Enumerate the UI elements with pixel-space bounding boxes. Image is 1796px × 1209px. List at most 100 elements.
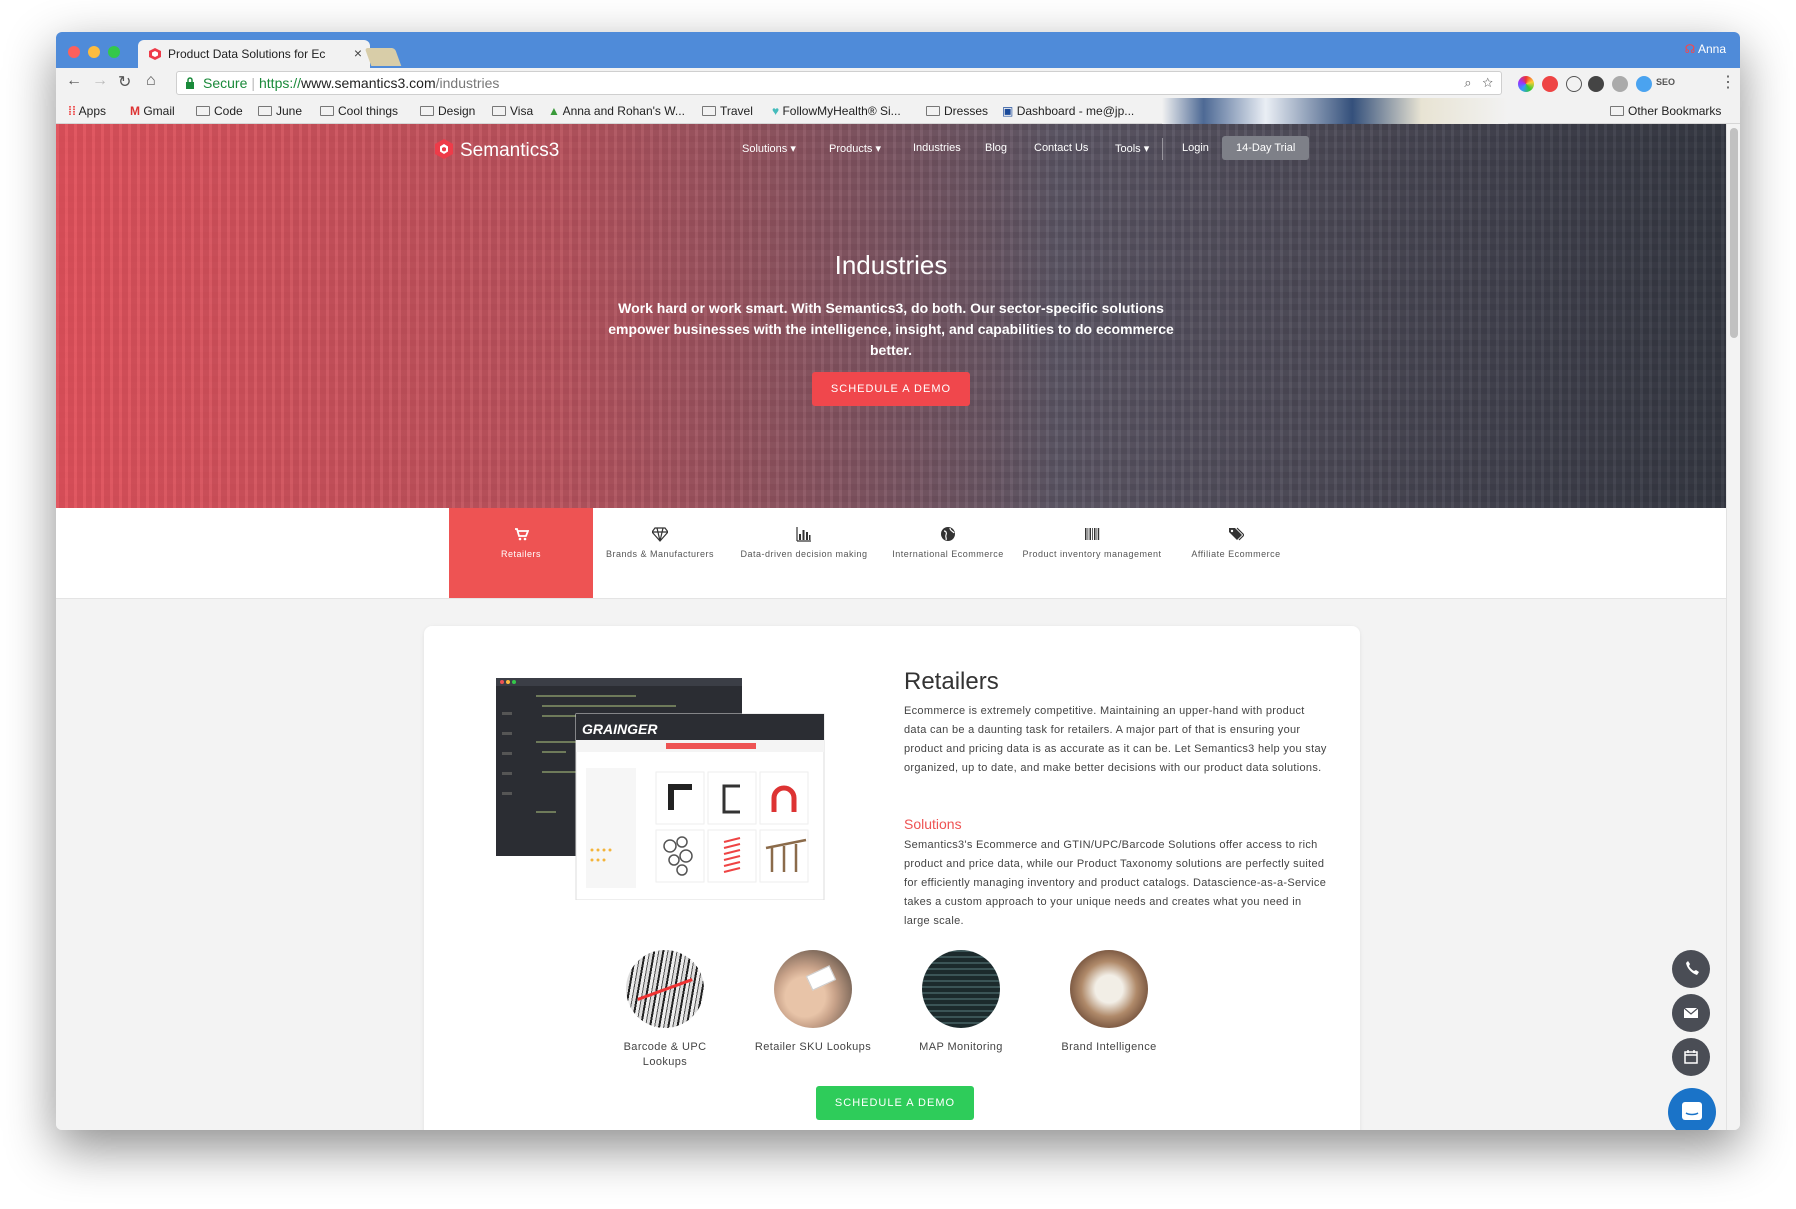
schedule-demo-button-secondary[interactable]: SCHEDULE A DEMO <box>816 1086 974 1120</box>
nav-solutions[interactable]: Solutions ▾ <box>742 142 796 155</box>
bookmark-gmail[interactable]: M Gmail <box>130 104 175 118</box>
bookmark-anna-rohan[interactable]: ▲ Anna and Rohan's W... <box>548 104 685 118</box>
url-path: /industries <box>435 75 500 91</box>
url-separator: | <box>251 75 255 91</box>
bookmark-label: Anna and Rohan's W... <box>562 104 685 118</box>
gmail-icon: M <box>130 104 140 118</box>
bookmark-apps[interactable]: ⁞⁞ Apps <box>68 104 106 118</box>
bookmark-dashboard[interactable]: ▣ Dashboard - me@jp... <box>1002 104 1134 118</box>
folder-icon <box>702 106 716 116</box>
bookmark-design[interactable]: Design <box>420 104 475 118</box>
scanner-line <box>637 978 693 1001</box>
profile-name: Anna <box>1697 42 1726 56</box>
bookmark-followmyhealth[interactable]: ♥ FollowMyHealth® Si... <box>772 104 901 118</box>
close-tab-icon[interactable]: × <box>354 45 362 61</box>
extension-tool-icon[interactable] <box>1612 76 1628 92</box>
seo-extension-icon[interactable]: SEO <box>1656 77 1675 87</box>
retailers-card: GRAINGER Retailers Ecommerce is extremel… <box>424 626 1360 1130</box>
nav-login[interactable]: Login <box>1182 142 1209 154</box>
bookmark-label: Dresses <box>944 104 989 118</box>
chat-button[interactable] <box>1668 1088 1716 1130</box>
hero-subtitle: Work hard or work smart. With Semantics3… <box>608 300 1174 358</box>
tab-data-driven[interactable]: Data-driven decision making <box>732 508 876 598</box>
scrollbar-thumb[interactable] <box>1730 128 1738 338</box>
profile-button[interactable]: ☊ Anna <box>1685 42 1726 56</box>
bookmarks-bar: ⁞⁞ Apps M Gmail Code June Cool things De… <box>56 98 1740 124</box>
caret-down-icon: ▾ <box>790 143 796 155</box>
new-tab-button[interactable] <box>364 48 402 66</box>
folder-icon <box>320 106 334 116</box>
bookmark-label: Design <box>438 104 476 118</box>
brand-intelligence-image[interactable] <box>1070 950 1148 1028</box>
extension-info-icon[interactable] <box>1566 76 1582 92</box>
minimize-window-button[interactable] <box>88 46 100 58</box>
bookmark-june[interactable]: June <box>258 104 302 118</box>
mockup-brand-text: GRAINGER <box>582 721 658 737</box>
bookmark-label: Apps <box>78 104 107 118</box>
phone-button[interactable] <box>1672 950 1710 988</box>
bookmark-cool-things[interactable]: Cool things <box>320 104 398 118</box>
email-button[interactable] <box>1672 994 1710 1032</box>
folder-icon <box>420 106 434 116</box>
site-logo[interactable]: Semantics3 <box>434 138 559 162</box>
extension-blue-icon[interactable] <box>1636 76 1652 92</box>
url-scheme: https:// <box>259 75 302 91</box>
close-window-button[interactable] <box>68 46 80 58</box>
zoom-icon[interactable]: ⌕ <box>1464 75 1471 90</box>
bookmark-code[interactable]: Code <box>196 104 243 118</box>
tab-label: Affiliate Ecommerce <box>1191 549 1281 559</box>
bookmark-label: FollowMyHealth® Si... <box>782 104 901 118</box>
browser-window: Product Data Solutions for Ec × ☊ Anna ←… <box>56 32 1740 1130</box>
feature-label: Retailer SKU Lookups <box>754 1041 872 1053</box>
map-monitoring-image[interactable] <box>922 950 1000 1028</box>
barcode-upc-image[interactable] <box>626 950 704 1028</box>
tab-label: Brands & Manufacturers <box>605 549 715 559</box>
forward-arrow-icon[interactable]: → <box>92 72 108 90</box>
trial-button[interactable]: 14-Day Trial <box>1222 136 1310 160</box>
nav-industries[interactable]: Industries <box>913 142 961 154</box>
address-bar[interactable]: Secure | https://www.semantics3.com/indust… <box>176 71 1502 95</box>
sku-tag <box>805 965 837 991</box>
nav-label: Products <box>829 143 873 155</box>
calendar-icon <box>1684 1050 1698 1064</box>
secure-label: Secure <box>203 75 248 91</box>
semantics3-logo-icon <box>435 139 453 159</box>
product-mockup-image: GRAINGER <box>496 678 825 900</box>
calendar-button[interactable] <box>1672 1038 1710 1076</box>
bookmark-visa[interactable]: Visa <box>492 104 533 118</box>
home-icon[interactable]: ⌂ <box>146 72 156 90</box>
wave-theme-image <box>1162 98 1508 124</box>
tab-brands[interactable]: Brands & Manufacturers <box>588 508 732 598</box>
section-intro: Ecommerce is extremely competitive. Main… <box>904 705 1327 774</box>
phone-icon <box>1686 961 1699 975</box>
mail-icon <box>1683 1007 1699 1018</box>
tab-label: Product inventory management <box>1022 549 1162 559</box>
nav-products[interactable]: Products ▾ <box>829 142 881 155</box>
tab-affiliate[interactable]: Affiliate Ecommerce <box>1164 508 1308 598</box>
nav-tools[interactable]: Tools ▾ <box>1115 142 1149 155</box>
back-arrow-icon[interactable]: ← <box>66 72 82 90</box>
extension-badge-icon[interactable] <box>1542 76 1558 92</box>
tab-active[interactable]: Product Data Solutions for Ec × <box>138 40 370 68</box>
bookmark-other[interactable]: Other Bookmarks <box>1610 104 1721 118</box>
bookmark-label: Visa <box>510 104 534 118</box>
zoom-window-button[interactable] <box>108 46 120 58</box>
nav-contact[interactable]: Contact Us <box>1034 142 1088 154</box>
diamond-icon <box>652 527 668 542</box>
chrome-menu-icon[interactable]: ⋮ <box>1720 72 1736 92</box>
bookmark-travel[interactable]: Travel <box>702 104 753 118</box>
retailer-sku-image[interactable] <box>774 950 852 1028</box>
tab-retailers[interactable]: Retailers <box>449 508 593 598</box>
schedule-demo-button[interactable]: SCHEDULE A DEMO <box>812 372 970 406</box>
reload-icon[interactable]: ↻ <box>118 72 131 92</box>
extension-color-icon[interactable] <box>1518 76 1534 92</box>
globe-icon <box>941 527 955 541</box>
nav-blog[interactable]: Blog <box>985 142 1007 154</box>
tab-label: Retailers <box>500 549 541 559</box>
bookmark-dresses[interactable]: Dresses <box>926 104 988 118</box>
page-scrollbar[interactable] <box>1726 124 1740 1130</box>
tab-inventory[interactable]: Product inventory management <box>1020 508 1164 598</box>
extension-mask-icon[interactable] <box>1588 76 1604 92</box>
tab-international[interactable]: International Ecommerce <box>876 508 1020 598</box>
bookmark-star-icon[interactable]: ☆ <box>1482 75 1493 90</box>
